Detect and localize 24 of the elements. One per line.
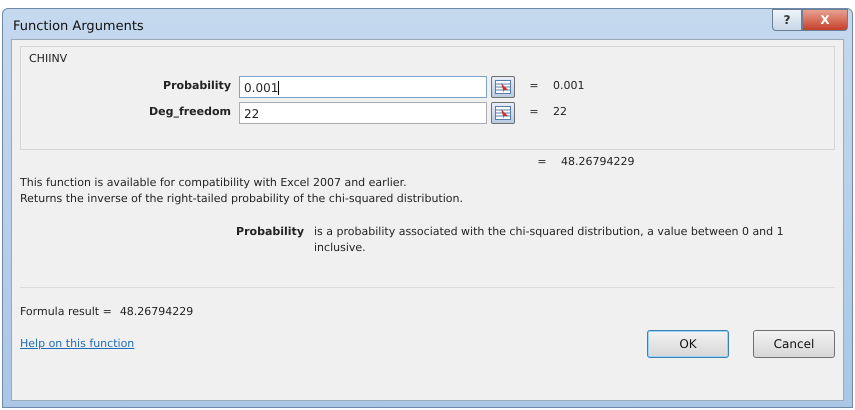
argument-name: Probability	[235, 224, 305, 240]
help-button[interactable]: ?	[772, 9, 802, 31]
function-result: 48.26794229	[561, 154, 634, 170]
argument-result: 0.001	[553, 78, 584, 94]
argument-label: Probability	[162, 78, 232, 94]
description-text: This function is available for compatibility with Excel 2007 and earlier.	[20, 174, 407, 190]
equals-sign: =	[528, 104, 540, 120]
collapse-dialog-button[interactable]	[491, 102, 515, 124]
formula-result-label: Formula result =	[20, 304, 112, 320]
equals-sign: =	[528, 78, 540, 94]
description-text: Returns the inverse of the right-tailed probability of the chi-squared distribution.	[20, 191, 463, 207]
ok-button[interactable]: OK	[647, 330, 729, 358]
argument-label: Deg_freedom	[148, 104, 232, 120]
collapse-dialog-button[interactable]	[491, 76, 515, 98]
cancel-button[interactable]: Cancel	[753, 330, 835, 358]
input-field[interactable]: 0.001	[239, 76, 487, 98]
equals-sign: =	[536, 154, 548, 170]
argument-description: is a probability associated with the chi-squared distribution, a value between 0 and 1 inclusive.	[314, 224, 785, 256]
formula-result-value: 48.26794229	[120, 304, 194, 320]
help-link[interactable]: Help on this function	[20, 336, 134, 352]
function-name: CHIINV	[28, 51, 68, 67]
argument-result: 22	[553, 104, 567, 120]
window-title: Function Arguments	[13, 18, 144, 36]
input-field[interactable]: 22	[239, 102, 487, 124]
